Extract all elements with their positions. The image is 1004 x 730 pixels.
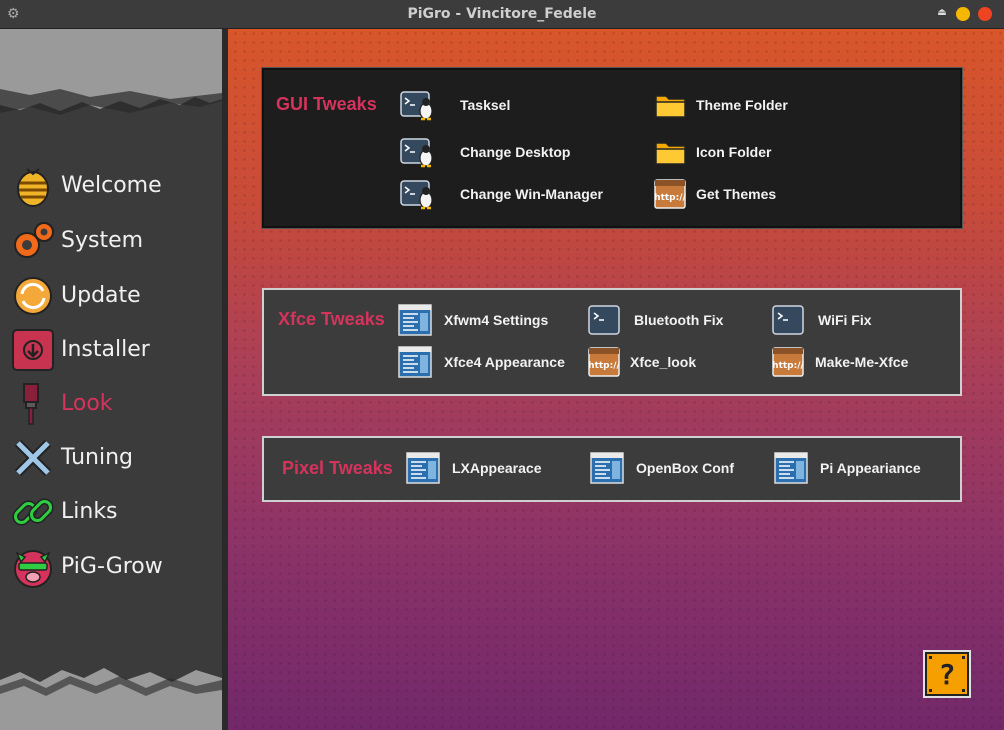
terminal-linux-icon [400, 180, 433, 210]
chain-link-icon [12, 498, 54, 526]
button-label: Theme Folder [696, 97, 788, 113]
title-bar: ⚙ PiGro - Vincitore_Fedele ⏏ [0, 0, 1004, 29]
sidebar-item-label: Look [61, 391, 113, 416]
settings-window-icon [406, 452, 440, 484]
sidebar-item-tuning[interactable]: Tuning [8, 433, 218, 483]
button-label: Get Themes [696, 186, 777, 202]
question-block-icon: ? [923, 650, 971, 698]
button-label: Xfce4 Appearance [444, 354, 565, 370]
wrench-cross-icon [14, 439, 52, 477]
window-title: PiGro - Vincitore_Fedele [407, 6, 597, 22]
sidebar-item-installer[interactable]: Installer [8, 325, 218, 375]
sync-arrows-icon [14, 277, 52, 315]
svg-text:http://: http:// [654, 193, 686, 203]
divider [222, 29, 228, 730]
settings-window-icon [398, 304, 432, 336]
panel-title: GUI Tweaks [276, 94, 377, 114]
torn-paper-bottom [0, 668, 222, 730]
http-icon: http:// [588, 347, 621, 377]
paint-brush-icon [23, 383, 39, 425]
button-label: WiFi Fix [818, 312, 872, 328]
button-label: Xfwm4 Settings [444, 312, 549, 328]
app-window: ⚙ PiGro - Vincitore_Fedele ⏏ Welcome Sys… [0, 0, 1004, 730]
button-label: Change Win-Manager [460, 186, 603, 202]
folder-icon [655, 142, 686, 165]
help-label: ? [939, 658, 956, 691]
terminal-icon [588, 305, 620, 335]
button-label: Xfce_look [630, 354, 697, 370]
xfce-tweaks-panel: Xfce Tweaks Xfwm4 Settings Xfce4 Appeara… [262, 288, 962, 396]
gears-icon [14, 222, 54, 258]
settings-window-icon [590, 452, 624, 484]
terminal-linux-icon [400, 91, 433, 121]
main-content: GUI Tweaks Tasksel Change Desktop Change… [222, 29, 1004, 730]
sidebar-item-pig-grow[interactable]: PiG-Grow [8, 542, 218, 592]
sidebar-item-welcome[interactable]: Welcome [8, 161, 218, 211]
close-button[interactable] [978, 7, 992, 21]
settings-window-icon [398, 346, 432, 378]
panel-title: Pixel Tweaks [282, 458, 393, 478]
terminal-icon [772, 305, 804, 335]
svg-text:http://: http:// [772, 361, 804, 371]
http-icon: http:// [772, 347, 805, 377]
pixel-tweaks-panel: Pixel Tweaks LXAppearace OpenBox Conf Pi… [262, 436, 962, 502]
button-label: Change Desktop [460, 144, 571, 160]
sidebar-item-look[interactable]: Look [8, 379, 218, 429]
help-button[interactable]: ? [922, 649, 972, 699]
sidebar: Welcome System Update Installer Look Tun… [0, 29, 222, 730]
button-label: LXAppearace [452, 460, 542, 476]
sidebar-item-label: Installer [61, 337, 150, 362]
download-icon [12, 329, 54, 371]
settings-window-icon [774, 452, 808, 484]
panel-title: Xfce Tweaks [278, 309, 385, 329]
terminal-linux-icon [400, 138, 433, 168]
sidebar-item-label: PiG-Grow [61, 554, 163, 579]
gui-tweaks-panel: GUI Tweaks Tasksel Change Desktop Change… [262, 68, 962, 228]
minimize-button[interactable] [956, 7, 970, 21]
sidebar-item-system[interactable]: System [8, 216, 218, 266]
http-icon: http:// [654, 179, 687, 209]
folder-icon [655, 95, 686, 118]
sidebar-item-label: Update [61, 283, 141, 308]
shade-button[interactable]: ⏏ [936, 7, 948, 21]
sidebar-item-label: Links [61, 499, 118, 524]
button-label: Make-Me-Xfce [815, 354, 909, 370]
sidebar-item-update[interactable]: Update [8, 271, 218, 321]
sidebar-item-label: Tuning [61, 445, 134, 470]
bee-hive-icon [17, 168, 49, 207]
pig-icon [14, 550, 52, 588]
button-label: Tasksel [460, 97, 511, 113]
sidebar-item-label: Welcome [61, 173, 162, 198]
button-label: Pi Appeariance [820, 460, 921, 476]
svg-text:http://: http:// [588, 361, 620, 371]
sidebar-item-label: System [61, 228, 144, 253]
button-label: Bluetooth Fix [634, 312, 724, 328]
sidebar-item-links[interactable]: Links [8, 487, 218, 537]
torn-paper-top [0, 29, 222, 115]
button-label: Icon Folder [696, 144, 772, 160]
button-label: OpenBox Conf [636, 460, 734, 476]
